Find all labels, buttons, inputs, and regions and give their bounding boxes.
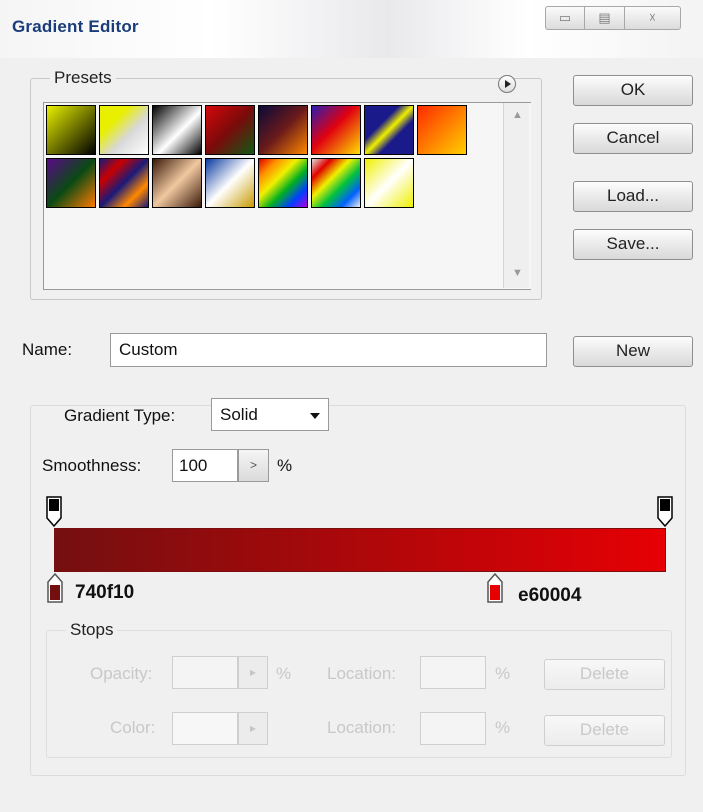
preset-swatch[interactable] — [152, 105, 202, 155]
preset-swatch[interactable] — [46, 158, 96, 208]
chevron-right-icon: ▸ — [249, 665, 257, 679]
presets-scrollbar[interactable]: ▲ ▼ — [503, 103, 529, 288]
opacity-location-unit: % — [495, 664, 511, 683]
presets-label: Presets — [50, 68, 116, 88]
opacity-stop-left[interactable] — [46, 496, 62, 528]
name-input[interactable] — [110, 333, 547, 367]
chevron-right-icon: > — [249, 458, 257, 472]
color-stop-right[interactable] — [487, 572, 503, 603]
preset-swatch[interactable] — [46, 105, 96, 155]
preset-swatch[interactable] — [205, 158, 255, 208]
presets-menu-button[interactable] — [498, 75, 516, 93]
preset-swatch[interactable] — [99, 105, 149, 155]
smoothness-stepper[interactable]: > — [238, 449, 269, 482]
new-button[interactable]: New — [573, 336, 693, 367]
opacity-unit: % — [276, 664, 292, 683]
scroll-down-arrow-icon[interactable]: ▼ — [512, 267, 523, 279]
color-location-label: Location: — [327, 718, 396, 737]
opacity-stepper[interactable]: ▸ — [238, 656, 268, 689]
preset-swatch[interactable] — [311, 105, 361, 155]
gradient-preview-bar[interactable] — [54, 528, 666, 572]
color-picker-button[interactable]: ▸ — [238, 712, 268, 745]
color-location-unit: % — [495, 718, 511, 737]
color-stop-left[interactable] — [47, 572, 63, 603]
preset-swatch[interactable] — [417, 105, 467, 155]
close-button[interactable]: ☓ — [625, 6, 681, 30]
preset-swatch[interactable] — [258, 158, 308, 208]
save-button[interactable]: Save... — [573, 229, 693, 260]
color-swatch[interactable] — [172, 712, 238, 745]
smoothness-input[interactable] — [172, 449, 238, 482]
opacity-location-input[interactable] — [420, 656, 486, 689]
chevron-right-icon: ▸ — [249, 721, 257, 735]
smoothness-label: Smoothness: — [42, 456, 142, 475]
preset-swatch[interactable] — [364, 105, 414, 155]
maximize-button[interactable]: ▤ — [585, 6, 625, 30]
scroll-up-arrow-icon[interactable]: ▲ — [512, 109, 523, 121]
ok-button[interactable]: OK — [573, 75, 693, 106]
window-title: Gradient Editor — [12, 17, 139, 36]
cancel-button[interactable]: Cancel — [573, 123, 693, 154]
opacity-location-label: Location: — [327, 664, 396, 683]
stops-label: Stops — [66, 620, 118, 640]
color-stop-icon — [487, 572, 503, 603]
opacity-delete-button[interactable]: Delete — [544, 659, 665, 690]
color-delete-button[interactable]: Delete — [544, 715, 665, 746]
color-stop-icon — [47, 572, 63, 603]
presets-list[interactable] — [43, 102, 531, 290]
end-color-value: e60004 — [518, 585, 582, 606]
color-location-input[interactable] — [420, 712, 486, 745]
color-label: Color: — [110, 718, 156, 737]
opacity-label: Opacity: — [90, 664, 153, 683]
chevron-down-icon — [310, 413, 320, 419]
start-color-value: 740f10 — [75, 582, 135, 603]
preset-swatch[interactable] — [152, 158, 202, 208]
load-button[interactable]: Load... — [573, 181, 693, 212]
preset-swatch[interactable] — [205, 105, 255, 155]
gradient-type-label: Gradient Type: — [64, 406, 176, 425]
gradient-type-value: Solid — [220, 405, 258, 424]
name-label: Name: — [22, 340, 73, 359]
gradient-type-select[interactable]: Solid — [211, 398, 329, 431]
opacity-stop-icon — [46, 496, 62, 528]
smoothness-unit: % — [277, 456, 293, 475]
preset-swatch[interactable] — [364, 158, 414, 208]
opacity-stop-right[interactable] — [657, 496, 673, 528]
circle-arrow-right-icon — [505, 80, 511, 88]
minimize-button[interactable]: ▭ — [545, 6, 585, 30]
opacity-input[interactable] — [172, 656, 238, 689]
preset-swatch[interactable] — [258, 105, 308, 155]
preset-swatch[interactable] — [99, 158, 149, 208]
preset-swatch[interactable] — [311, 158, 361, 208]
opacity-stop-icon — [657, 496, 673, 528]
